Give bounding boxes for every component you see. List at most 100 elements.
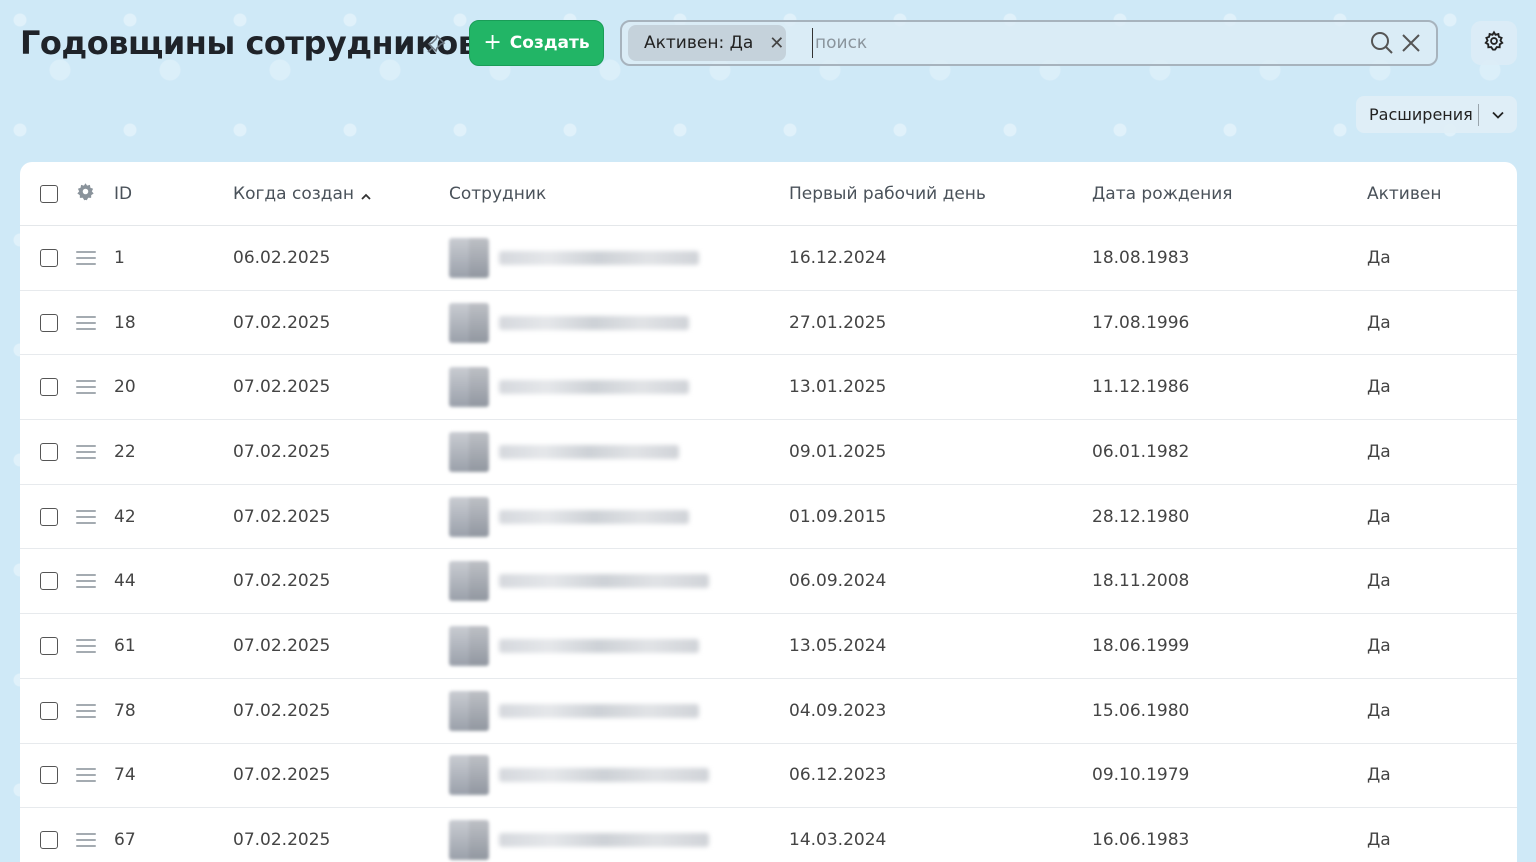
drag-handle-icon[interactable] xyxy=(76,833,96,848)
filter-chip-label: Активен: Да xyxy=(644,33,754,53)
create-button-label: Создать xyxy=(509,33,590,53)
row-checkbox[interactable] xyxy=(40,313,58,332)
chevron-down-icon[interactable] xyxy=(1479,108,1517,122)
row-checkbox[interactable] xyxy=(40,831,58,850)
column-header-birth[interactable]: Дата рождения xyxy=(1092,162,1233,225)
cell-employee[interactable] xyxy=(449,291,689,355)
close-icon[interactable]: ✕ xyxy=(769,33,784,54)
cell-active: Да xyxy=(1367,377,1391,398)
cell-employee[interactable] xyxy=(449,355,689,419)
search-box[interactable]: Активен: Да ✕ xyxy=(620,20,1438,66)
cell-first-day: 01.09.2015 xyxy=(789,506,887,527)
avatar xyxy=(449,302,489,343)
table-row[interactable]: 18 07.02.2025 27.01.2025 17.08.1996 Да xyxy=(20,291,1517,356)
select-all-checkbox[interactable] xyxy=(40,184,58,203)
search-input[interactable] xyxy=(812,28,1370,58)
cell-employee[interactable] xyxy=(449,485,689,549)
cell-birth: 28.12.1980 xyxy=(1092,506,1190,527)
row-checkbox[interactable] xyxy=(40,507,58,526)
row-checkbox[interactable] xyxy=(40,248,58,267)
pin-icon[interactable] xyxy=(426,34,446,54)
cell-first-day: 04.09.2023 xyxy=(789,700,887,721)
extensions-dropdown[interactable]: Расширения xyxy=(1356,96,1517,133)
table-row[interactable]: 1 06.02.2025 16.12.2024 18.08.1983 Да xyxy=(20,226,1517,291)
cell-id: 67 xyxy=(114,830,136,851)
avatar xyxy=(449,561,489,602)
drag-handle-icon[interactable] xyxy=(76,250,96,265)
employee-name-redacted xyxy=(499,833,709,848)
extensions-label: Расширения xyxy=(1369,105,1473,124)
cell-employee[interactable] xyxy=(449,614,699,678)
table-row[interactable]: 42 07.02.2025 01.09.2015 28.12.1980 Да xyxy=(20,485,1517,550)
table-row[interactable]: 78 07.02.2025 04.09.2023 15.06.1980 Да xyxy=(20,679,1517,744)
avatar xyxy=(449,431,489,472)
cell-employee[interactable] xyxy=(449,226,699,290)
table-row[interactable]: 74 07.02.2025 06.12.2023 09.10.1979 Да xyxy=(20,744,1517,809)
drag-handle-icon[interactable] xyxy=(76,444,96,459)
column-header-first-day[interactable]: Первый рабочий день xyxy=(789,162,986,225)
cell-active: Да xyxy=(1367,506,1391,527)
cell-birth: 11.12.1986 xyxy=(1092,377,1190,398)
cell-id: 20 xyxy=(114,377,136,398)
table-header: ID Когда создан Сотрудник Первый рабочий… xyxy=(20,162,1517,226)
drag-handle-icon[interactable] xyxy=(76,574,96,589)
search-clear-icon[interactable] xyxy=(1400,32,1422,54)
cell-employee[interactable] xyxy=(449,679,699,743)
cell-first-day: 09.01.2025 xyxy=(789,441,887,462)
cell-id: 61 xyxy=(114,635,136,656)
employee-name-redacted xyxy=(499,509,689,524)
drag-handle-icon[interactable] xyxy=(76,703,96,718)
column-header-employee[interactable]: Сотрудник xyxy=(449,162,546,225)
cell-created: 07.02.2025 xyxy=(233,312,331,333)
table-row[interactable]: 67 07.02.2025 14.03.2024 16.06.1983 Да xyxy=(20,808,1517,862)
avatar xyxy=(449,625,489,666)
table-row[interactable]: 44 07.02.2025 06.09.2024 18.11.2008 Да xyxy=(20,549,1517,615)
row-checkbox[interactable] xyxy=(40,378,58,397)
cell-created: 07.02.2025 xyxy=(233,765,331,786)
cell-id: 78 xyxy=(114,700,136,721)
row-checkbox[interactable] xyxy=(40,442,58,461)
cell-created: 07.02.2025 xyxy=(233,635,331,656)
row-checkbox[interactable] xyxy=(40,636,58,655)
cell-employee[interactable] xyxy=(449,744,709,808)
gear-icon xyxy=(1483,29,1505,57)
avatar xyxy=(449,496,489,537)
settings-button[interactable] xyxy=(1471,21,1517,65)
employees-table: ID Когда создан Сотрудник Первый рабочий… xyxy=(20,162,1517,862)
cell-birth: 16.06.1983 xyxy=(1092,830,1190,851)
avatar xyxy=(449,367,489,408)
column-header-created[interactable]: Когда создан xyxy=(233,162,372,225)
cell-birth: 15.06.1980 xyxy=(1092,700,1190,721)
create-button[interactable]: + Создать xyxy=(469,20,604,66)
search-icon[interactable] xyxy=(1370,31,1394,55)
cell-active: Да xyxy=(1367,247,1391,268)
row-checkbox[interactable] xyxy=(40,701,58,720)
employee-name-redacted xyxy=(499,444,679,459)
drag-handle-icon[interactable] xyxy=(76,638,96,653)
row-checkbox[interactable] xyxy=(40,766,58,785)
cell-created: 07.02.2025 xyxy=(233,441,331,462)
cell-employee[interactable] xyxy=(449,549,709,613)
table-row[interactable]: 22 07.02.2025 09.01.2025 06.01.1982 Да xyxy=(20,420,1517,485)
cell-active: Да xyxy=(1367,830,1391,851)
cell-birth: 18.08.1983 xyxy=(1092,247,1190,268)
column-header-active[interactable]: Активен xyxy=(1367,162,1441,225)
drag-handle-icon[interactable] xyxy=(76,768,96,783)
table-row[interactable]: 20 07.02.2025 13.01.2025 11.12.1986 Да xyxy=(20,355,1517,421)
employee-name-redacted xyxy=(499,315,689,330)
cell-employee[interactable] xyxy=(449,808,709,862)
cell-birth: 06.01.1982 xyxy=(1092,441,1190,462)
cell-employee[interactable] xyxy=(449,420,679,484)
drag-handle-icon[interactable] xyxy=(76,315,96,330)
cell-active: Да xyxy=(1367,765,1391,786)
drag-handle-icon[interactable] xyxy=(76,380,96,395)
drag-handle-icon[interactable] xyxy=(76,509,96,524)
filter-chip-active[interactable]: Активен: Да ✕ xyxy=(628,25,786,61)
gear-icon[interactable] xyxy=(76,182,95,206)
cell-active: Да xyxy=(1367,312,1391,333)
row-checkbox[interactable] xyxy=(40,572,58,591)
table-row[interactable]: 61 07.02.2025 13.05.2024 18.06.1999 Да xyxy=(20,614,1517,679)
column-header-id[interactable]: ID xyxy=(114,162,132,225)
cell-first-day: 13.01.2025 xyxy=(789,377,887,398)
cell-created: 06.02.2025 xyxy=(233,247,331,268)
